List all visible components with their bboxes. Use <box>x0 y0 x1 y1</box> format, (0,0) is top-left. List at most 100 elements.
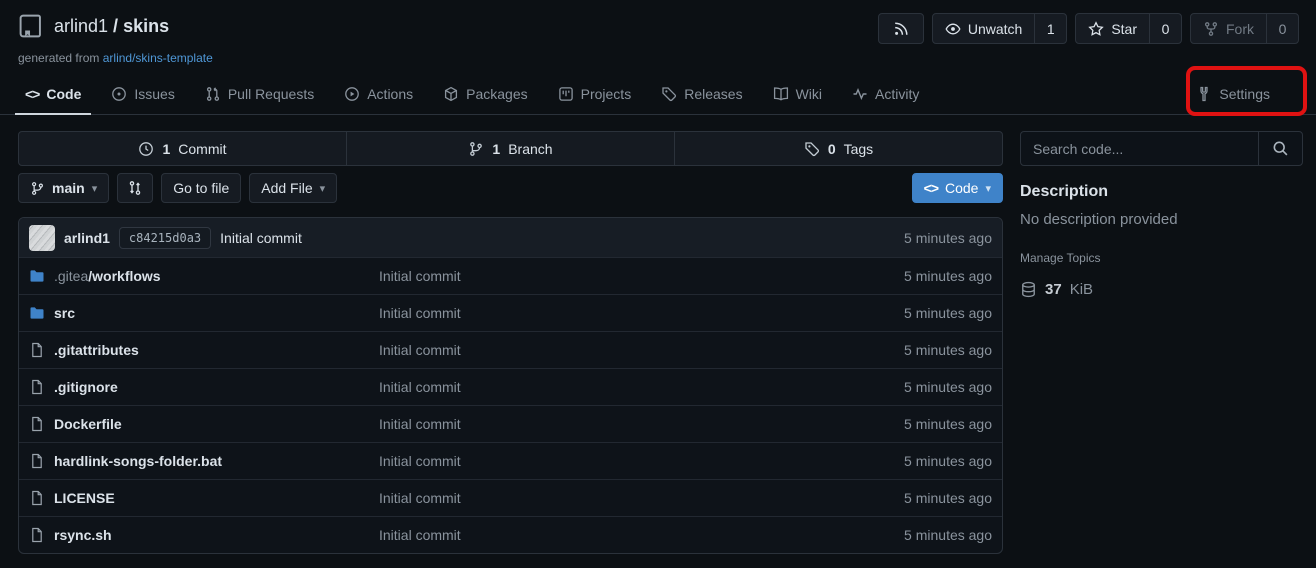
tab-pull-requests[interactable]: Pull Requests <box>195 74 324 114</box>
repo-size-unit: KiB <box>1070 281 1093 298</box>
eye-icon <box>945 21 961 37</box>
chevron-down-icon: ▾ <box>92 182 98 195</box>
add-file-button[interactable]: Add File ▾ <box>249 173 337 203</box>
file-icon <box>29 453 45 469</box>
commit-time: 5 minutes ago <box>904 230 992 246</box>
commit-author-link[interactable]: arlind1 <box>64 230 110 246</box>
commit-message-link[interactable]: Initial commit <box>220 230 302 246</box>
file-commit-time: 5 minutes ago <box>904 453 992 469</box>
file-commit-time: 5 minutes ago <box>904 342 992 358</box>
repo-content: 1 Commit 1 Branch <box>18 131 1003 554</box>
repo-name-link[interactable]: skins <box>123 16 169 36</box>
tag-icon <box>804 141 820 157</box>
branches-link[interactable]: 1 Branch <box>346 132 674 165</box>
file-icon <box>29 342 45 358</box>
file-icon <box>29 416 45 432</box>
tab-projects[interactable]: Projects <box>548 74 642 114</box>
search-input[interactable] <box>1021 132 1258 165</box>
forks-count[interactable]: 0 <box>1266 14 1298 43</box>
star-button-group: Star 0 <box>1075 13 1182 44</box>
file-commit-time: 5 minutes ago <box>904 305 992 321</box>
watchers-count[interactable]: 1 <box>1034 14 1066 43</box>
file-name-link[interactable]: rsync.sh <box>29 527 379 543</box>
file-row: src Initial commit 5 minutes ago <box>19 294 1002 331</box>
commits-link[interactable]: 1 Commit <box>19 132 346 165</box>
go-to-file-button[interactable]: Go to file <box>161 173 241 203</box>
tab-activity[interactable]: Activity <box>842 74 929 114</box>
file-name-link[interactable]: hardlink-songs-folder.bat <box>29 453 379 469</box>
description-heading: Description <box>1020 183 1303 201</box>
file-name-link[interactable]: .gitea/workflows <box>29 268 379 284</box>
file-name-link[interactable]: src <box>29 305 379 321</box>
file-row: hardlink-songs-folder.bat Initial commit… <box>19 442 1002 479</box>
repo-summary-bar: 1 Commit 1 Branch <box>18 131 1003 166</box>
commit-hash-chip[interactable]: c84215d0a3 <box>119 227 211 249</box>
branch-icon <box>30 181 45 196</box>
tab-code[interactable]: <> Code <box>15 74 91 114</box>
file-commit-message-link[interactable]: Initial commit <box>379 453 904 469</box>
unwatch-button[interactable]: Unwatch <box>933 14 1034 43</box>
fork-label: Fork <box>1226 21 1254 37</box>
tab-wiki[interactable]: Wiki <box>763 74 832 114</box>
file-name-link[interactable]: .gitignore <box>29 379 379 395</box>
repo-book-icon <box>18 13 44 39</box>
tab-issues[interactable]: Issues <box>101 74 184 114</box>
tab-settings[interactable]: Settings <box>1186 74 1280 114</box>
tab-releases[interactable]: Releases <box>651 74 752 114</box>
file-icon <box>29 379 45 395</box>
file-commit-message-link[interactable]: Initial commit <box>379 305 904 321</box>
wiki-book-icon <box>773 86 789 102</box>
search-icon <box>1272 140 1289 157</box>
history-clock-icon <box>138 141 154 157</box>
tab-actions[interactable]: Actions <box>334 74 423 114</box>
file-name-link[interactable]: Dockerfile <box>29 416 379 432</box>
file-commit-message-link[interactable]: Initial commit <box>379 490 904 506</box>
file-commit-message-link[interactable]: Initial commit <box>379 268 904 284</box>
branch-selector[interactable]: main ▾ <box>18 173 109 203</box>
page-title: arlind1 / skins <box>54 16 169 37</box>
file-commit-message-link[interactable]: Initial commit <box>379 416 904 432</box>
chevron-down-icon: ▾ <box>985 182 991 195</box>
fork-button-group: Fork 0 <box>1190 13 1299 44</box>
file-list: .gitea/workflows Initial commit 5 minute… <box>19 257 1002 553</box>
unwatch-label: Unwatch <box>968 21 1022 37</box>
file-commit-message-link[interactable]: Initial commit <box>379 527 904 543</box>
file-row: LICENSE Initial commit 5 minutes ago <box>19 479 1002 516</box>
code-icon: <> <box>25 86 39 102</box>
code-download-button[interactable]: <> Code ▾ <box>912 173 1003 203</box>
repo-sidebar: Description No description provided Mana… <box>1020 131 1303 554</box>
star-button[interactable]: Star <box>1076 14 1149 43</box>
tags-link[interactable]: 0 Tags <box>674 132 1002 165</box>
file-name-link[interactable]: LICENSE <box>29 490 379 506</box>
file-row: Dockerfile Initial commit 5 minutes ago <box>19 405 1002 442</box>
latest-commit-row: arlind1 c84215d0a3 Initial commit 5 minu… <box>19 218 1002 257</box>
manage-topics-link[interactable]: Manage Topics <box>1020 251 1303 265</box>
template-repo-link[interactable]: arlind/skins-template <box>103 51 213 65</box>
fork-button[interactable]: Fork <box>1191 14 1266 43</box>
repo-toolbar: main ▾ Go to file Add File ▾ <box>18 173 1003 203</box>
repo-action-buttons: Unwatch 1 Star 0 <box>878 13 1299 44</box>
project-icon <box>558 86 574 102</box>
file-row: .gitattributes Initial commit 5 minutes … <box>19 331 1002 368</box>
file-name-link[interactable]: .gitattributes <box>29 342 379 358</box>
search-button[interactable] <box>1258 132 1302 165</box>
repo-header: arlind1 / skins <box>0 0 1316 65</box>
description-text: No description provided <box>1020 211 1303 228</box>
tab-packages[interactable]: Packages <box>433 74 537 114</box>
file-table: arlind1 c84215d0a3 Initial commit 5 minu… <box>18 217 1003 554</box>
repo-size-value: 37 <box>1045 281 1062 298</box>
star-label: Star <box>1111 21 1137 37</box>
stars-count[interactable]: 0 <box>1149 14 1181 43</box>
file-commit-message-link[interactable]: Initial commit <box>379 342 904 358</box>
avatar[interactable] <box>29 225 55 251</box>
repo-size: 37 KiB <box>1020 281 1303 298</box>
code-icon: <> <box>924 180 938 196</box>
fork-icon <box>1203 21 1219 37</box>
file-commit-message-link[interactable]: Initial commit <box>379 379 904 395</box>
repo-owner-link[interactable]: arlind1 <box>54 16 108 36</box>
rss-button[interactable] <box>879 14 923 43</box>
compare-button[interactable] <box>117 173 153 203</box>
code-search-box <box>1020 131 1303 166</box>
compare-icon <box>127 180 143 196</box>
activity-pulse-icon <box>852 86 868 102</box>
